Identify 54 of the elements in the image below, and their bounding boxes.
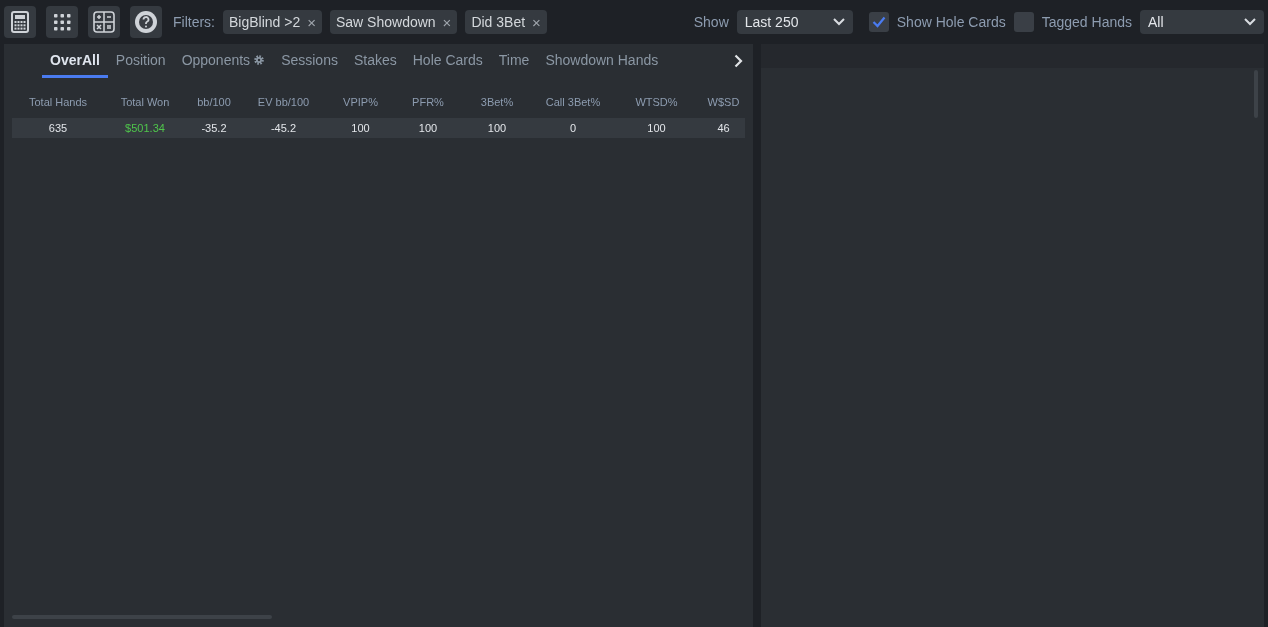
grid-icon xyxy=(53,13,71,31)
remove-button[interactable]: × xyxy=(307,13,316,31)
tool-button[interactable] xyxy=(46,6,78,38)
tab[interactable]: Showdown Hands xyxy=(537,44,667,78)
table-cell-text: $501.34 xyxy=(124,122,166,134)
tag-select[interactable]: All xyxy=(1140,10,1264,34)
chevron-right-icon[interactable] xyxy=(734,54,743,68)
tab[interactable]: OverAll xyxy=(42,44,108,78)
column-header: bb/100 xyxy=(196,96,232,108)
table-cell-text: 100 xyxy=(646,122,667,134)
table-cell-text: -35.2 xyxy=(200,122,228,134)
filter-label: BigBlind >2 xyxy=(229,14,301,30)
column-header: Total Won xyxy=(119,96,171,108)
table-cell-text: 635 xyxy=(47,122,69,134)
column-header: Call 3Bet% xyxy=(544,96,602,108)
math-icon xyxy=(93,11,115,33)
column-header: Total Hands xyxy=(27,96,89,108)
tab[interactable]: Time xyxy=(490,44,538,78)
filter-label: Did 3Bet xyxy=(471,14,526,30)
tab[interactable]: Opponents xyxy=(173,44,274,78)
column-header: 3Bet% xyxy=(479,96,515,108)
checkbox[interactable] xyxy=(868,12,889,32)
column-header: PFR% xyxy=(411,96,445,108)
chevron-down-icon xyxy=(1244,18,1256,26)
calculator-icon xyxy=(11,11,29,33)
checkbox-label: Tagged Hands xyxy=(1041,14,1132,30)
checkbox[interactable] xyxy=(1013,12,1034,32)
tab[interactable]: Sessions xyxy=(273,44,346,78)
remove-button[interactable]: × xyxy=(532,13,541,31)
chevron-down-icon xyxy=(832,18,845,26)
table-cell-text: 100 xyxy=(350,122,371,134)
column-header: WTSD% xyxy=(634,96,679,108)
table-cell-text: 0 xyxy=(568,122,578,134)
tab[interactable]: Position xyxy=(107,44,174,78)
checkbox-label: Show Hole Cards xyxy=(896,14,1006,30)
tool-button[interactable] xyxy=(88,6,120,38)
filter-label: Saw Showdown xyxy=(336,14,436,30)
tool-button[interactable] xyxy=(4,6,36,38)
show-select[interactable]: Last 250 xyxy=(736,10,853,34)
table-cell-text: 100 xyxy=(417,122,439,134)
column-header: EV bb/100 xyxy=(256,96,311,108)
table-cell-text: 100 xyxy=(486,122,508,134)
column-header: VPIP% xyxy=(342,96,379,108)
filters-label: Filters: xyxy=(173,14,215,30)
tab[interactable]: Stakes xyxy=(345,44,405,78)
column-header: W$SD xyxy=(706,96,741,108)
remove-button[interactable]: × xyxy=(442,13,452,31)
table-cell-text: -45.2 xyxy=(269,122,298,134)
table-cell-text: 46 xyxy=(716,122,731,134)
tab[interactable]: Hole Cards xyxy=(404,44,491,78)
tool-button[interactable] xyxy=(130,6,162,38)
help-chip-icon xyxy=(134,10,158,34)
show-label: Show xyxy=(693,14,729,30)
gear-icon xyxy=(253,53,266,66)
